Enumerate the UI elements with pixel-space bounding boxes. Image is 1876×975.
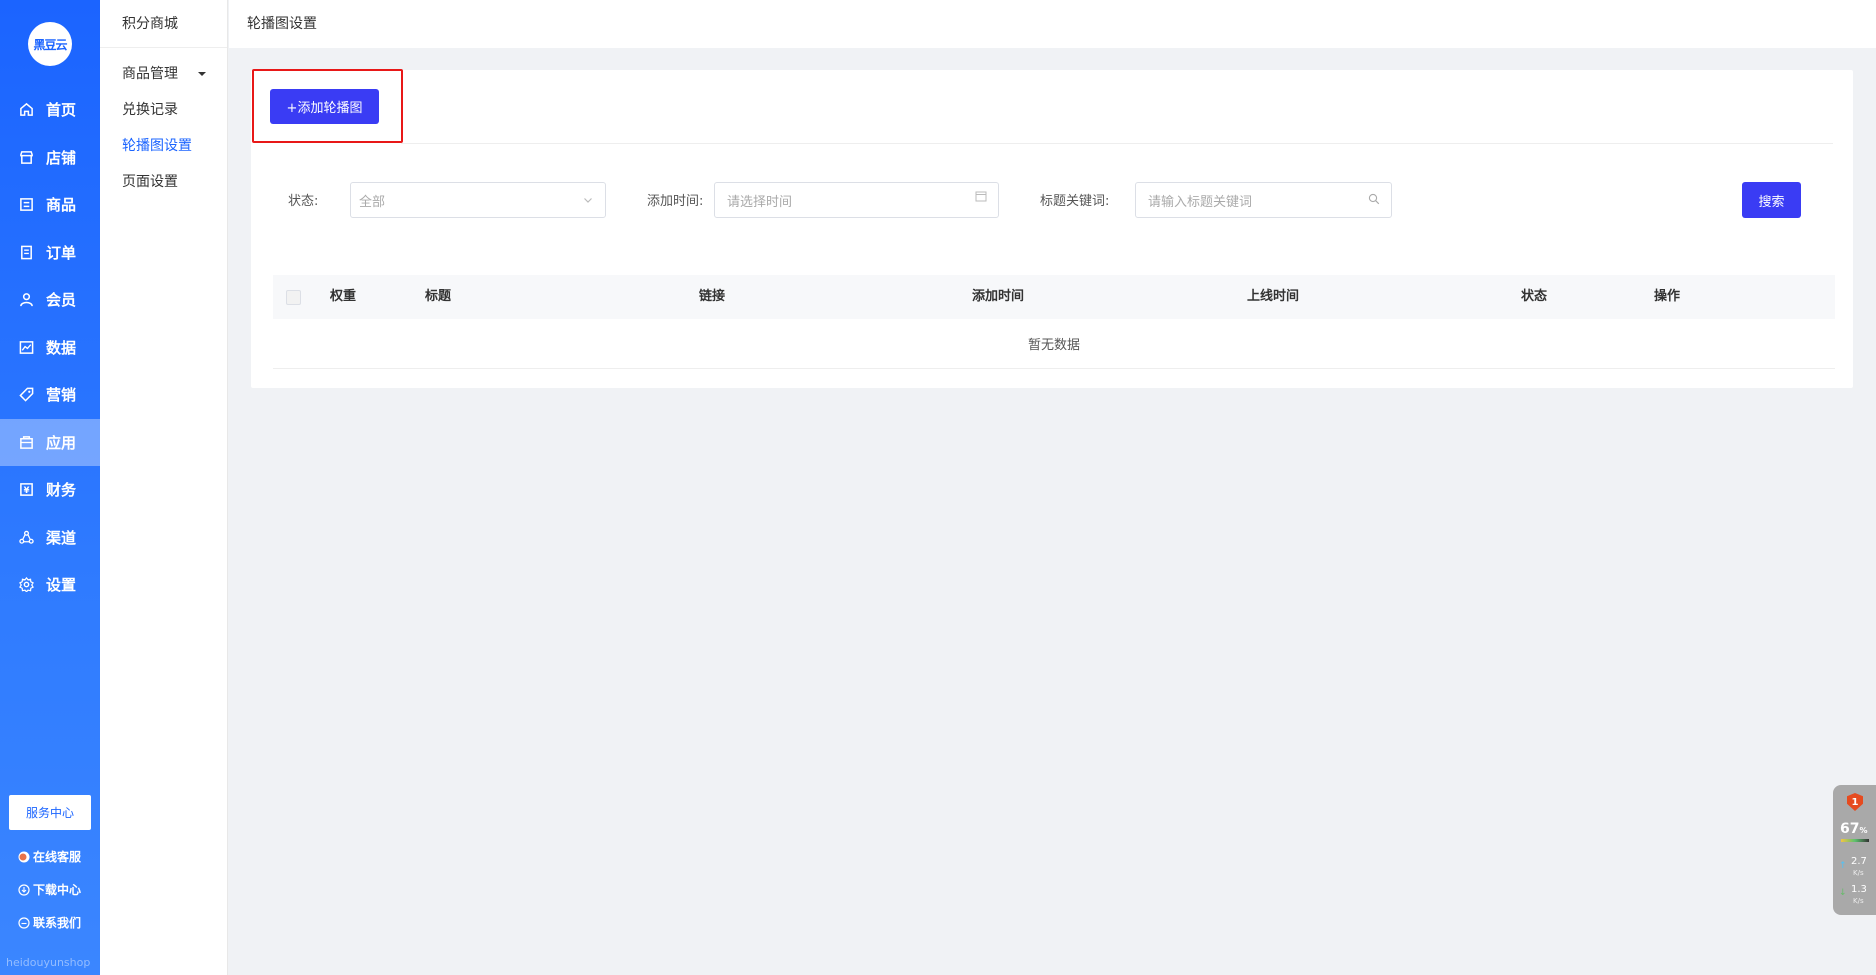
page-title: 轮播图设置 (247, 16, 317, 32)
online-service-label: 在线客服 (33, 850, 82, 864)
usage-bar (1841, 839, 1869, 842)
column-online-time[interactable]: 上线时间 (1247, 275, 1299, 319)
nav-item-label: 会员 (46, 291, 77, 310)
chart-icon (18, 339, 34, 355)
page-header: 轮播图设置 (229, 0, 1876, 48)
shield-icon: 1 (1847, 793, 1863, 811)
footer-watermark: heidouyunshop (6, 956, 91, 969)
status-select-value: 全部 (359, 194, 386, 210)
chat-icon (18, 916, 30, 929)
column-actions[interactable]: 操作 (1654, 275, 1680, 319)
product-icon (18, 197, 34, 213)
channel-icon (18, 529, 34, 545)
finance-icon: ¥ (18, 482, 34, 498)
nav-item-app[interactable]: 应用 (0, 418, 100, 466)
search-button[interactable]: 搜索 (1742, 182, 1801, 218)
nav-item-label: 财务 (46, 481, 77, 500)
nav-item-channel[interactable]: 渠道 (0, 514, 100, 562)
app-icon (18, 434, 34, 450)
nav-item-home[interactable]: 首页 (0, 86, 100, 134)
service-center-button[interactable]: 服务中心 (9, 795, 91, 830)
chevron-down-icon (581, 193, 595, 207)
table-empty-row: 暂无数据 (273, 319, 1835, 369)
nav-item-finance[interactable]: ¥ 财务 (0, 466, 100, 514)
sub-sidebar: 积分商城 商品管理 兑换记录 轮播图设置 页面设置 (100, 0, 228, 975)
subnav-item-label: 兑换记录 (122, 102, 178, 118)
main-nav: 首页 店铺 商品 订单 会员 数据 营销 应用 ¥ 财务 渠道 设置 (0, 86, 100, 609)
subnav-item-label: 页面设置 (122, 174, 178, 190)
nav-item-member[interactable]: 会员 (0, 276, 100, 324)
column-title[interactable]: 标题 (425, 275, 451, 319)
download-speed-unit: K/s (1853, 897, 1864, 905)
nav-item-label: 设置 (46, 576, 77, 595)
time-filter-label: 添加时间: (647, 194, 704, 209)
order-icon (18, 244, 34, 260)
time-placeholder: 请选择时间 (727, 194, 793, 210)
subnav-title: 积分商城 (100, 0, 227, 48)
nav-item-label: 首页 (46, 101, 77, 120)
brand-logo[interactable]: 黑豆云 (28, 22, 72, 66)
subnav-item-label: 商品管理 (122, 66, 178, 82)
subnav-item-page-settings[interactable]: 页面设置 (100, 164, 227, 200)
store-icon (18, 149, 34, 165)
contact-us-link[interactable]: 联系我们 (18, 914, 81, 931)
highlight-box (252, 69, 403, 143)
nav-item-order[interactable]: 订单 (0, 229, 100, 277)
contact-us-label: 联系我们 (33, 916, 82, 930)
column-status[interactable]: 状态 (1521, 275, 1547, 319)
download-arrow-icon: ↓ (1839, 888, 1847, 898)
empty-text: 暂无数据 (1027, 338, 1080, 353)
subnav-item-product-management[interactable]: 商品管理 (100, 56, 227, 92)
memory-percent: 67% (1840, 821, 1868, 837)
main-sidebar: 黑豆云 首页 店铺 商品 订单 会员 数据 营销 应用 ¥ 财务 渠道 设置 服… (0, 0, 100, 975)
nav-item-label: 订单 (46, 243, 77, 262)
subnav-item-exchange-records[interactable]: 兑换记录 (100, 92, 227, 128)
nav-item-label: 渠道 (46, 528, 77, 547)
nav-item-settings[interactable]: 设置 (0, 561, 100, 609)
network-monitor-widget[interactable]: 1 67% ↑ 2.7 K/s ↓ 1.3 K/s (1833, 785, 1876, 915)
column-link[interactable]: 链接 (699, 275, 725, 319)
toolbar-divider (401, 143, 1833, 144)
upload-speed: 2.7 (1851, 856, 1867, 867)
tag-icon (18, 387, 34, 403)
download-speed: 1.3 (1851, 884, 1867, 895)
time-picker-input[interactable]: 请选择时间 (714, 182, 999, 218)
svg-text:¥: ¥ (23, 485, 29, 495)
nav-item-label: 店铺 (46, 148, 77, 167)
percent-value: 67 (1840, 821, 1860, 837)
home-icon (18, 102, 34, 118)
online-service-link[interactable]: 在线客服 (18, 848, 81, 865)
download-center-link[interactable]: 下载中心 (18, 881, 81, 898)
status-filter-label: 状态: (288, 194, 319, 209)
gear-icon (18, 577, 34, 593)
avatar-icon (18, 851, 30, 863)
select-all-checkbox[interactable] (286, 290, 301, 305)
search-icon (1367, 192, 1381, 206)
nav-item-label: 数据 (46, 338, 77, 357)
percent-unit: % (1859, 826, 1868, 835)
status-select[interactable]: 全部 (350, 182, 606, 218)
column-added-time[interactable]: 添加时间 (972, 275, 1024, 319)
nav-item-product[interactable]: 商品 (0, 181, 100, 229)
keyword-search-input[interactable]: 请输入标题关键词 (1135, 182, 1392, 218)
subnav-item-label: 轮播图设置 (122, 138, 192, 154)
download-center-label: 下载中心 (33, 883, 82, 897)
nav-item-marketing[interactable]: 营销 (0, 371, 100, 419)
caret-down-icon (198, 72, 206, 76)
keyword-filter-label: 标题关键词: (1040, 194, 1110, 209)
table-header: 权重 标题 链接 添加时间 上线时间 状态 操作 (273, 275, 1835, 319)
upload-arrow-icon: ↑ (1839, 861, 1847, 871)
nav-item-label: 营销 (46, 386, 77, 405)
nav-item-store[interactable]: 店铺 (0, 134, 100, 182)
download-icon (18, 883, 30, 896)
member-icon (18, 292, 34, 308)
nav-item-label: 应用 (46, 433, 77, 452)
nav-item-data[interactable]: 数据 (0, 324, 100, 372)
keyword-placeholder: 请输入标题关键词 (1148, 194, 1253, 210)
calendar-icon (974, 189, 988, 203)
subnav-item-carousel-settings[interactable]: 轮播图设置 (100, 128, 227, 164)
column-weight[interactable]: 权重 (330, 275, 356, 319)
upload-speed-unit: K/s (1853, 869, 1864, 877)
nav-item-label: 商品 (46, 196, 77, 215)
